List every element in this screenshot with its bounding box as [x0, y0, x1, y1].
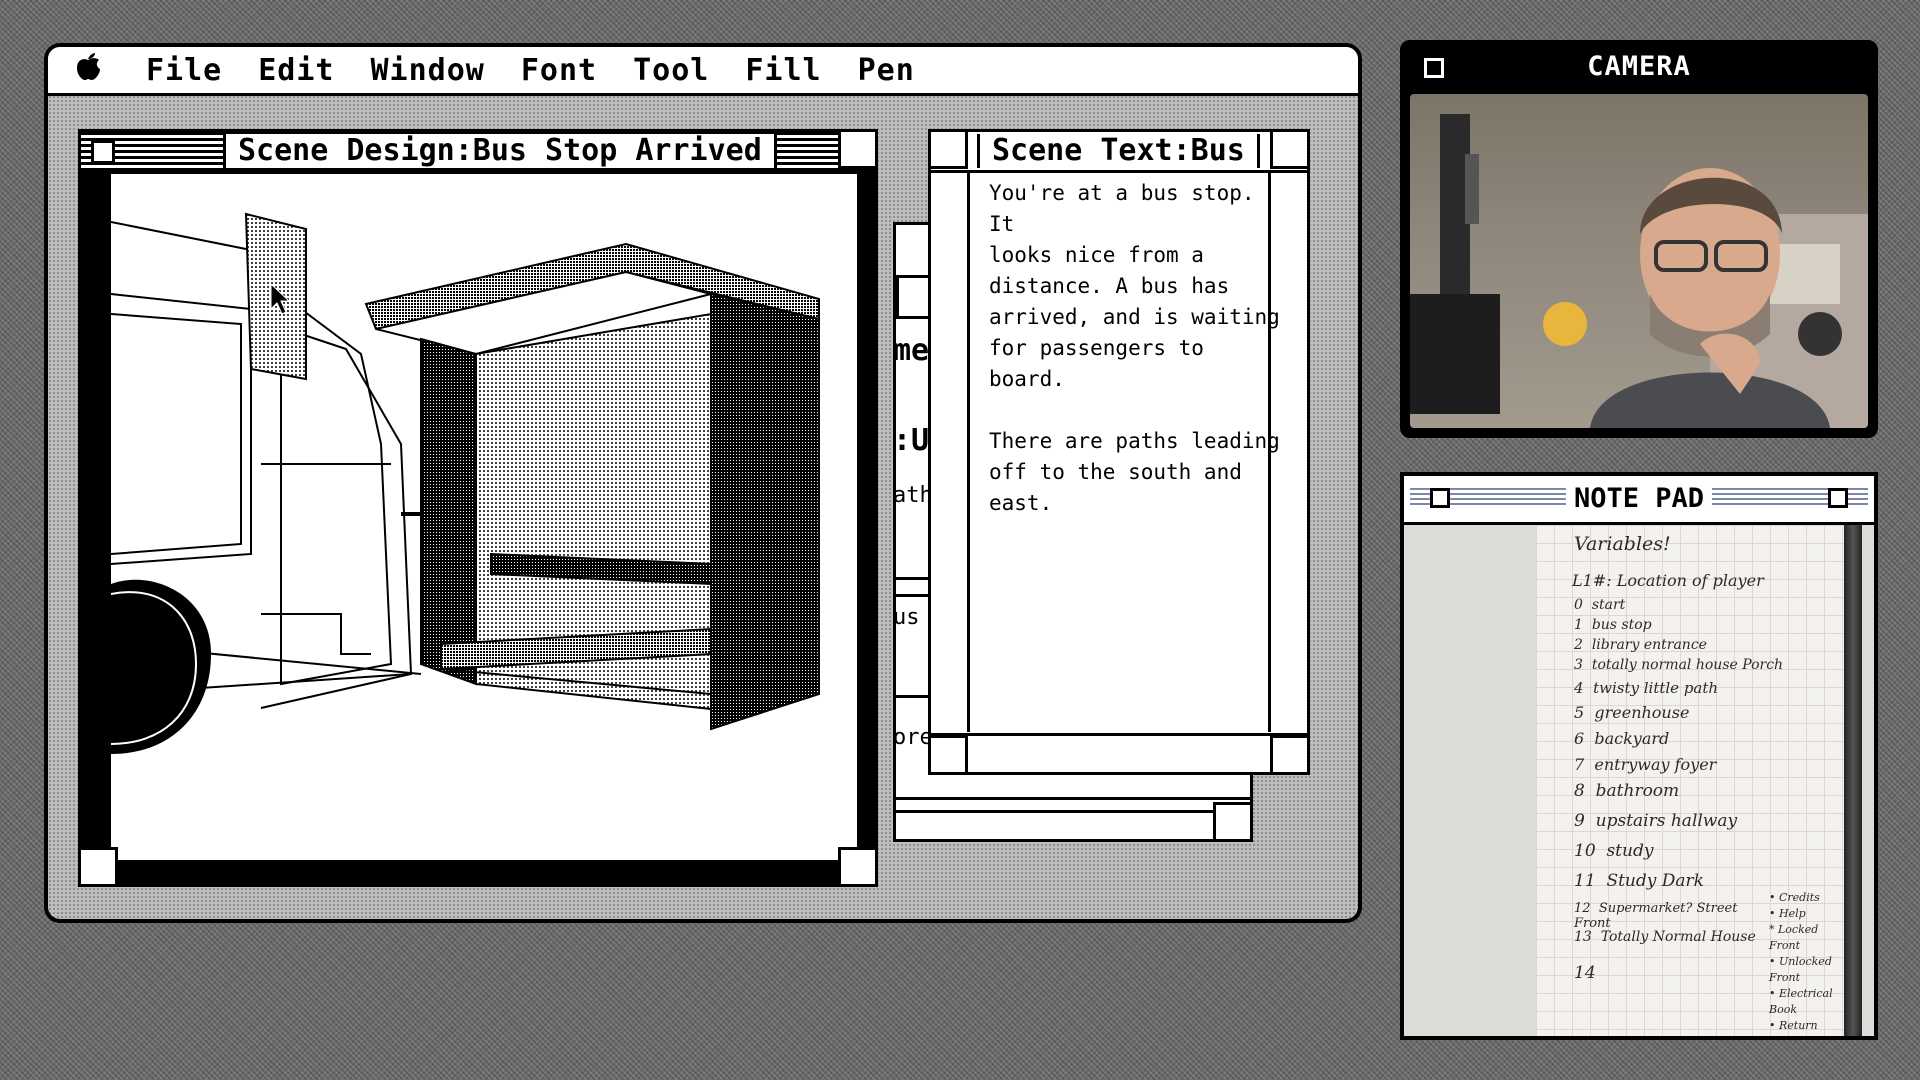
list-item: 5 greenhouse: [1574, 703, 1690, 722]
resize-box[interactable]: [838, 847, 878, 887]
close-box-icon[interactable]: [91, 140, 115, 164]
side-notes: • Credits • Help * Locked Front • Unlock…: [1769, 890, 1849, 1034]
fragment-text: :U: [893, 423, 930, 458]
list-item: 9 upstairs hallway: [1574, 811, 1738, 831]
list-item: 0 start: [1574, 597, 1626, 613]
apple-menu-icon[interactable]: [48, 51, 128, 89]
webcam-feed: [1410, 94, 1868, 428]
list-item: 2 library entrance: [1574, 637, 1707, 653]
fragment-text: us: [893, 605, 920, 630]
close-box-icon[interactable]: [1430, 488, 1450, 508]
notepad-titlebar: NOTE PAD: [1404, 476, 1874, 525]
list-item: 10 study: [1574, 841, 1654, 861]
desktop: File Edit Window Font Tool Fill Pen me :…: [48, 47, 1358, 919]
side-note: • Electrical Book: [1769, 987, 1833, 1016]
camera-titlebar: CAMERA: [1404, 44, 1874, 90]
notepad-variable-label: L1#: Location of player: [1572, 571, 1764, 590]
scene-design-titlebar[interactable]: Scene Design:Bus Stop Arrived: [81, 129, 878, 173]
list-item: 13 Totally Normal House: [1574, 929, 1756, 945]
list-item: 6 backyard: [1574, 729, 1670, 748]
close-box-icon[interactable]: [1424, 58, 1444, 78]
resize-box[interactable]: [1213, 802, 1253, 842]
window-title: Scene Design:Bus Stop Arrived: [223, 134, 777, 168]
camera-panel: CAMERA: [1400, 40, 1878, 438]
close-box-icon[interactable]: [928, 129, 968, 169]
menu-font[interactable]: Font: [503, 53, 615, 88]
side-note: * Locked Front: [1769, 923, 1819, 952]
fragment-text: ore: [893, 725, 933, 750]
scene-text-titlebar[interactable]: Scene Text:Bus: [928, 129, 1310, 173]
scene-text-body[interactable]: You're at a bus stop. It looks nice from…: [989, 178, 1289, 519]
side-note: • Credits: [1769, 891, 1820, 904]
corner-box: [78, 847, 118, 887]
scene-design-window[interactable]: Scene Design:Bus Stop Arrived: [78, 129, 878, 887]
zoom-box-icon[interactable]: [838, 129, 878, 169]
menu-bar: File Edit Window Font Tool Fill Pen: [48, 47, 1358, 96]
menu-window[interactable]: Window: [353, 53, 503, 88]
scene-canvas[interactable]: [111, 174, 857, 860]
list-item: 12 Supermarket? Street Front: [1574, 901, 1738, 931]
notepad-photo: Variables! L1#: Location of player 0 sta…: [1404, 525, 1874, 1036]
menu-file[interactable]: File: [128, 53, 240, 88]
zoom-box-icon[interactable]: [1828, 488, 1848, 508]
resize-box[interactable]: [1270, 735, 1310, 775]
menu-tool[interactable]: Tool: [615, 53, 727, 88]
corner-box: [928, 735, 968, 775]
side-note: • Help: [1769, 907, 1806, 920]
list-item: 3 totally normal house Porch: [1574, 657, 1784, 673]
mac-screen: File Edit Window Font Tool Fill Pen me :…: [44, 43, 1362, 923]
list-item: 8 bathroom: [1574, 781, 1680, 801]
camera-title: CAMERA: [1587, 51, 1691, 82]
list-item: 7 entryway foyer: [1574, 755, 1717, 774]
zoom-box-icon[interactable]: [1270, 129, 1310, 169]
window-title: Scene Text:Bus: [977, 134, 1260, 168]
bus-stop-illustration: [111, 212, 820, 754]
menu-pen[interactable]: Pen: [840, 53, 933, 88]
notepad-panel: NOTE PAD Variables! L1#: Location of pla…: [1400, 472, 1878, 1040]
menu-edit[interactable]: Edit: [240, 53, 352, 88]
person-video-icon: [1410, 114, 1868, 428]
fragment-text: ath: [893, 483, 933, 508]
notepad-heading: Variables!: [1574, 533, 1671, 555]
fragment-text: me: [893, 333, 930, 368]
notepad-title: NOTE PAD: [1565, 480, 1713, 518]
side-note: • Unlocked Front: [1769, 955, 1832, 984]
menu-fill[interactable]: Fill: [727, 53, 839, 88]
list-item: 1 bus stop: [1574, 617, 1652, 633]
scene-text-window[interactable]: Scene Text:Bus You're at a bus stop. It …: [928, 129, 1310, 775]
side-note: • Return: [1769, 1019, 1818, 1032]
list-item: 4 twisty little path: [1574, 679, 1719, 697]
